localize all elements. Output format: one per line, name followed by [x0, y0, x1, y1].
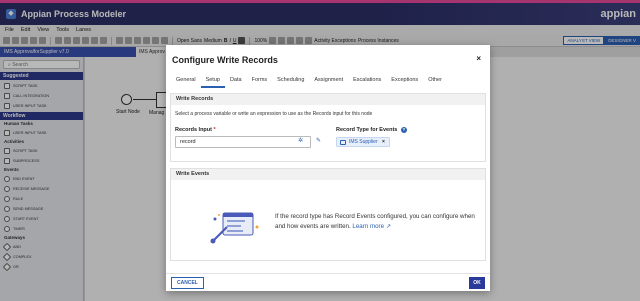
write-events-panel: Write Events If the record type has Reco…	[170, 168, 486, 261]
tab-general[interactable]: General	[171, 76, 201, 88]
settings-icon[interactable]: ✲	[298, 137, 303, 144]
learn-more-link[interactable]: Learn more ↗	[352, 223, 391, 230]
chip-remove-icon[interactable]: ×	[382, 139, 385, 145]
dialog-tabs: General Setup Data Forms Scheduling Assi…	[171, 76, 447, 88]
tab-setup[interactable]: Setup	[200, 76, 225, 88]
dialog-footer: CANCEL OK	[166, 273, 490, 291]
tab-scheduling[interactable]: Scheduling	[272, 76, 309, 88]
edit-expression-icon[interactable]: ✎	[316, 137, 321, 144]
dialog-title: Configure Write Records	[172, 55, 278, 65]
tab-forms[interactable]: Forms	[247, 76, 273, 88]
records-input-label: Records Input *	[175, 127, 216, 133]
write-records-header: Write Records	[171, 94, 485, 105]
configure-write-records-dialog: Configure Write Records × General Setup …	[166, 45, 490, 291]
records-input-field[interactable]: record	[175, 136, 311, 148]
record-type-chip[interactable]: IMS Supplier ×	[336, 137, 390, 147]
required-mark: *	[213, 127, 216, 133]
write-events-text: If the record type has Record Events con…	[275, 213, 475, 230]
ok-button[interactable]: OK	[469, 277, 485, 289]
tab-other[interactable]: Other	[423, 76, 447, 88]
write-records-description: Select a process variable or write an ex…	[175, 111, 373, 117]
cancel-button[interactable]: CANCEL	[171, 277, 204, 289]
tab-escalations[interactable]: Escalations	[348, 76, 386, 88]
write-events-illustration	[210, 212, 259, 244]
tab-exceptions[interactable]: Exceptions	[386, 76, 423, 88]
write-events-header: Write Events	[171, 169, 485, 180]
tab-data[interactable]: Data	[225, 76, 247, 88]
close-icon[interactable]: ×	[476, 54, 481, 63]
tab-assignment[interactable]: Assignment	[309, 76, 348, 88]
help-icon[interactable]: ?	[400, 127, 407, 133]
record-type-icon	[340, 140, 346, 145]
external-link-icon: ↗	[385, 222, 391, 230]
write-records-panel: Write Records Select a process variable …	[170, 93, 486, 162]
record-type-label: Record Type for Events ?	[336, 127, 407, 133]
